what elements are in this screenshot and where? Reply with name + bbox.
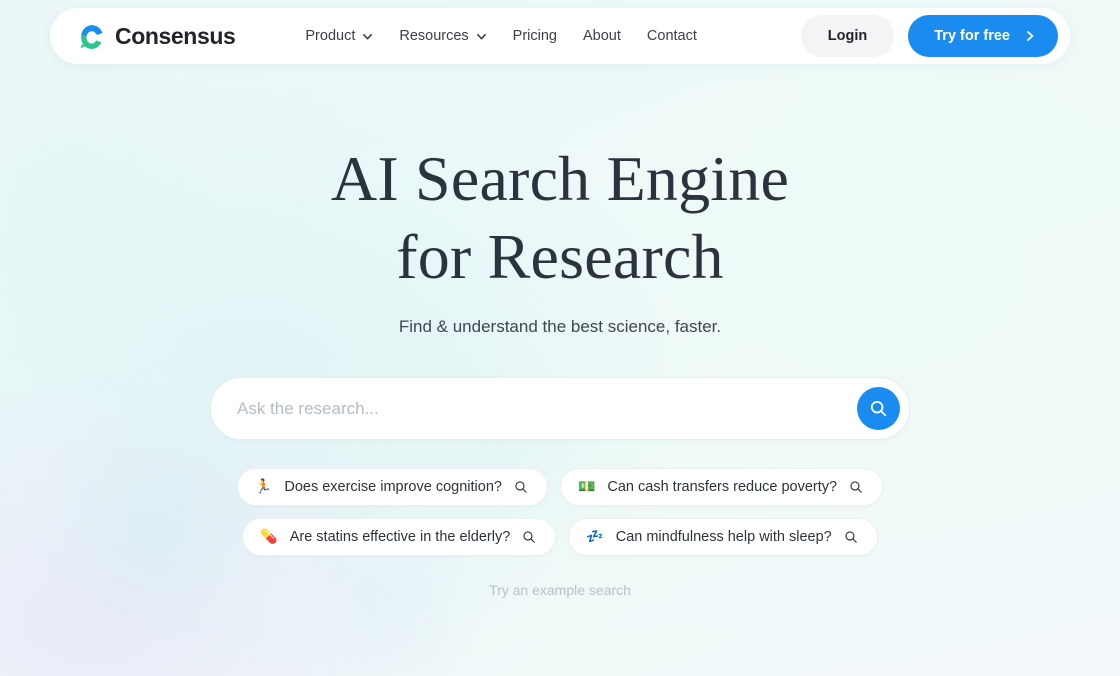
chevron-right-icon — [1027, 31, 1034, 41]
search-bar[interactable] — [210, 377, 910, 440]
nav-item-label: Contact — [646, 28, 697, 44]
page-title-line-2: for Research — [396, 221, 724, 292]
suggestion-row: 💊 Are statins effective in the elderly? … — [215, 518, 905, 556]
brand-logo-link[interactable]: Consensus — [76, 21, 236, 51]
nav-item-label: About — [583, 28, 621, 44]
suggestion-chip-label: Are statins effective in the elderly? — [289, 529, 511, 545]
sleep-zzz-emoji: 💤 — [586, 529, 604, 545]
try-for-free-button[interactable]: Try for free — [908, 15, 1058, 57]
search-submit-button[interactable] — [857, 387, 900, 430]
suggestion-chip[interactable]: 🏃 Does exercise improve cognition? — [236, 468, 548, 506]
suggestion-row: 🏃 Does exercise improve cognition? 💵 Can… — [215, 468, 905, 506]
nav-item-label: Pricing — [512, 28, 557, 44]
hero-section: AI Search Engine for Research Find & und… — [0, 64, 1120, 598]
nav-item-product[interactable]: Product — [305, 28, 373, 44]
chevron-down-icon — [476, 33, 486, 39]
search-icon — [849, 480, 863, 494]
page-subtitle: Find & understand the best science, fast… — [398, 317, 722, 336]
nav-item-contact[interactable]: Contact — [647, 28, 697, 44]
landing-page-root: Consensus Product Resources Pricing Abou… — [0, 0, 1120, 676]
nav-item-pricing[interactable]: Pricing — [513, 28, 557, 44]
runner-emoji: 🏃 — [254, 479, 273, 495]
search-icon — [522, 530, 536, 544]
suggestion-chips: 🏃 Does exercise improve cognition? 💵 Can… — [215, 468, 905, 556]
search-icon — [870, 400, 887, 417]
suggestion-chip[interactable]: 💵 Can cash transfers reduce poverty? — [559, 468, 884, 506]
search-icon — [844, 530, 858, 544]
nav-item-label: Resources — [399, 28, 469, 44]
brand-name: Consensus — [115, 22, 236, 49]
pill-emoji: 💊 — [260, 529, 278, 545]
header-actions: Login Try for free — [800, 15, 1058, 57]
search-icon — [514, 480, 528, 494]
suggestion-chip-label: Can cash transfers reduce poverty? — [607, 479, 838, 495]
primary-nav: Product Resources Pricing About Contact — [305, 28, 697, 44]
chevron-down-icon — [363, 33, 373, 39]
try-example-search-note: Try an example search — [489, 582, 631, 598]
page-title-line-1: AI Search Engine — [330, 143, 790, 214]
suggestion-chip-label: Does exercise improve cognition? — [284, 479, 502, 495]
suggestion-chip[interactable]: 💊 Are statins effective in the elderly? — [242, 518, 557, 556]
site-header: Consensus Product Resources Pricing Abou… — [50, 8, 1070, 64]
page-title: AI Search Engine for Research — [331, 140, 789, 296]
nav-item-resources[interactable]: Resources — [399, 28, 486, 44]
search-input[interactable] — [237, 378, 857, 439]
consensus-c-logo-icon — [80, 25, 103, 49]
nav-item-label: Product — [305, 28, 356, 44]
suggestion-chip[interactable]: 💤 Can mindfulness help with sleep? — [568, 518, 878, 556]
nav-item-about[interactable]: About — [583, 28, 621, 44]
banknote-emoji: 💵 — [577, 479, 596, 495]
login-button[interactable]: Login — [800, 15, 895, 57]
try-for-free-label: Try for free — [934, 28, 1010, 44]
suggestion-chip-label: Can mindfulness help with sleep? — [615, 529, 832, 545]
